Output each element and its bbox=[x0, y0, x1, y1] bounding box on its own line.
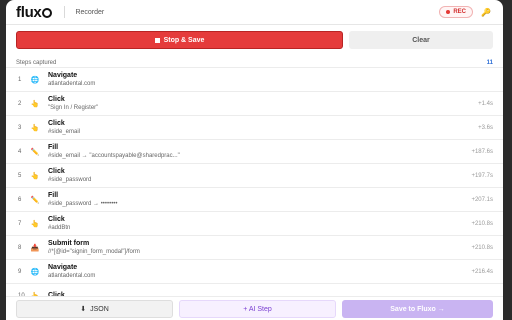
key-icon[interactable]: 🔑 bbox=[479, 5, 493, 19]
action-bar: Stop & Save Clear bbox=[6, 25, 503, 49]
step-row[interactable]: 1 🌐 Navigate atlantadental.com bbox=[6, 68, 503, 92]
steps-label: Steps captured bbox=[16, 60, 57, 66]
globe-icon: 🌐 bbox=[30, 268, 40, 276]
fill-icon: ✏️ bbox=[30, 196, 40, 204]
step-row[interactable]: 9 🌐 Navigate atlantadental.com +216.4s bbox=[6, 260, 503, 284]
step-time: +210.8s bbox=[471, 244, 493, 251]
step-number: 6 bbox=[18, 196, 22, 203]
stop-icon bbox=[154, 37, 160, 43]
step-number: 2 bbox=[18, 100, 22, 107]
step-action: Submit form bbox=[48, 240, 90, 247]
click-icon: 👆 bbox=[30, 220, 40, 228]
step-number: 9 bbox=[18, 268, 22, 275]
step-row[interactable]: 3 👆 Click #side_email +3.6s bbox=[6, 116, 503, 140]
step-detail: #side_email bbox=[48, 129, 81, 135]
json-label: JSON bbox=[90, 305, 109, 313]
ai-step-button[interactable]: + AI Step bbox=[179, 300, 336, 318]
step-action: Navigate bbox=[48, 72, 78, 79]
logo-text: flux bbox=[16, 3, 42, 21]
stop-save-button[interactable]: Stop & Save bbox=[16, 31, 343, 49]
step-row[interactable]: 8 📥 Submit form //*[@id="signin_form_modal"… bbox=[6, 236, 503, 260]
steps-count: 11 bbox=[486, 60, 493, 66]
step-row[interactable]: 4 ✏️ Fill #side_email → "accountspayable@sh… bbox=[6, 140, 503, 164]
step-action: Navigate bbox=[48, 264, 78, 271]
click-icon: 👆 bbox=[30, 172, 40, 180]
steps-list[interactable]: 1 🌐 Navigate atlantadental.com 2 👆 Click "Sign … bbox=[6, 67, 503, 296]
save-to-fluxo-button[interactable]: Save to Fluxo → bbox=[342, 300, 493, 318]
footer-bar: ⬇ JSON + AI Step Save to Fluxo → bbox=[6, 296, 503, 320]
logo-o-mark bbox=[42, 8, 53, 18]
globe-icon: 🌐 bbox=[30, 76, 40, 84]
step-row[interactable]: 5 👆 Click #side_password +197.7s bbox=[6, 164, 503, 188]
step-time: +197.7s bbox=[471, 172, 493, 179]
step-action: Click bbox=[48, 120, 65, 127]
step-action: Fill bbox=[48, 144, 59, 151]
step-detail: #side_email → "accountspayable@sharedpra… bbox=[48, 153, 180, 159]
step-number: 1 bbox=[18, 76, 22, 83]
step-action: Click bbox=[48, 96, 65, 103]
click-icon: 👆 bbox=[30, 124, 40, 132]
step-action: Click bbox=[48, 216, 65, 223]
step-detail: atlantadental.com bbox=[48, 273, 96, 279]
step-number: 3 bbox=[18, 124, 22, 131]
step-number: 4 bbox=[18, 148, 22, 155]
rec-label: REC bbox=[453, 9, 466, 15]
step-time: +1.4s bbox=[478, 100, 493, 107]
fill-icon: ✏️ bbox=[30, 148, 40, 156]
step-row[interactable]: 6 ✏️ Fill #side_password → •••••••• +207.1s bbox=[6, 188, 503, 212]
step-row[interactable]: 10 👆 Click bbox=[6, 284, 503, 296]
step-number: 8 bbox=[18, 244, 22, 251]
step-detail: #side_password → •••••••• bbox=[48, 201, 118, 207]
recorder-window: flux Recorder REC 🔑 Stop & Save Clear St… bbox=[6, 0, 503, 320]
step-row[interactable]: 7 👆 Click #addBtn +210.8s bbox=[6, 212, 503, 236]
click-icon: 👆 bbox=[30, 100, 40, 108]
header-bar: flux Recorder REC 🔑 bbox=[6, 0, 503, 25]
step-row[interactable]: 2 👆 Click "Sign In / Register" +1.4s bbox=[6, 92, 503, 116]
page-subtitle: Recorder bbox=[75, 8, 105, 16]
clear-button[interactable]: Clear bbox=[349, 31, 493, 49]
step-number: 7 bbox=[18, 220, 22, 227]
step-action: Fill bbox=[48, 192, 59, 199]
step-detail: atlantadental.com bbox=[48, 81, 96, 87]
step-action: Click bbox=[48, 168, 65, 175]
step-detail: #side_password bbox=[48, 177, 92, 183]
step-time: +216.4s bbox=[471, 268, 493, 275]
step-detail: #addBtn bbox=[48, 225, 71, 231]
step-time: +3.6s bbox=[478, 124, 493, 131]
app-logo: flux bbox=[16, 3, 53, 21]
rec-dot-icon bbox=[446, 10, 451, 14]
rec-badge: REC bbox=[439, 6, 473, 18]
submit-icon: 📥 bbox=[30, 244, 40, 252]
step-number: 5 bbox=[18, 172, 22, 179]
header-divider bbox=[64, 6, 66, 18]
step-time: +210.8s bbox=[471, 220, 493, 227]
download-icon: ⬇ bbox=[80, 306, 87, 313]
json-button[interactable]: ⬇ JSON bbox=[16, 300, 173, 318]
step-time: +207.1s bbox=[471, 196, 493, 203]
stop-save-label: Stop & Save bbox=[163, 36, 205, 44]
step-detail: //*[@id="signin_form_modal"]/form bbox=[48, 249, 140, 255]
step-detail: "Sign In / Register" bbox=[48, 105, 99, 111]
step-time: +187.6s bbox=[471, 148, 493, 155]
